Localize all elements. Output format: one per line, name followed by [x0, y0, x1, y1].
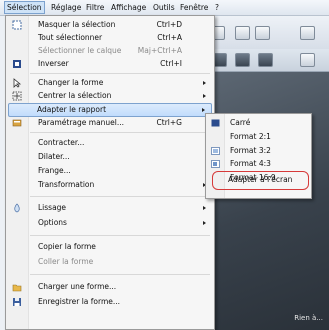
menu-item-options[interactable]: Options: [8, 217, 212, 229]
save-shape-icon: [13, 298, 21, 306]
center-selection-icon: [12, 91, 22, 101]
submenu-item-carre[interactable]: Carré: [208, 117, 308, 129]
menu-item-changer-forme[interactable]: Changer la forme: [8, 77, 212, 89]
toolbar-tool-icon[interactable]: [300, 26, 315, 40]
menu-item-contracter[interactable]: Contracter...: [8, 137, 212, 149]
menu-affichage[interactable]: Affichage: [109, 2, 148, 13]
menu-item-copier-forme[interactable]: Copier la forme: [8, 241, 212, 253]
submenu-item-format-3-2[interactable]: Format 3:2: [208, 145, 308, 157]
menu-bar: Sélection Réglage Filtre Affichage Outil…: [0, 0, 329, 16]
menu-item-adapter-rapport[interactable]: Adapter le rapport: [8, 103, 212, 117]
annotation-highlight: [212, 171, 309, 190]
toolbar-tool-icon[interactable]: [258, 53, 273, 67]
menu-item-parametrage-manuel[interactable]: Paramétrage manuel... Ctrl+G: [8, 117, 212, 129]
toolbar-tool-icon[interactable]: [300, 53, 315, 67]
menu-help[interactable]: ?: [213, 2, 221, 13]
manual-settings-icon: [12, 119, 22, 127]
menu-item-coller-forme: Coller la forme: [38, 257, 94, 266]
submenu-item-format-4-3[interactable]: Format 4:3: [208, 158, 308, 170]
toolbar-tool-icon[interactable]: [255, 26, 270, 40]
change-shape-icon: [13, 78, 22, 88]
canvas-caption: Rien à...: [294, 314, 323, 322]
menu-item-lissage[interactable]: Lissage: [8, 202, 212, 214]
submenu-arrow-icon: [203, 81, 206, 85]
menu-item-enregistrer-forme[interactable]: Enregistrer la forme...: [8, 296, 212, 308]
toolbar-tool-icon[interactable]: [235, 26, 250, 40]
submenu-arrow-icon: [203, 206, 206, 210]
ratio-4-3-icon: [211, 160, 220, 168]
menu-item-charger-forme[interactable]: Charger une forme...: [8, 281, 212, 293]
submenu-arrow-icon: [203, 221, 206, 225]
selection-menu: Masquer la sélection Ctrl+D Tout sélecti…: [5, 15, 215, 330]
submenu-arrow-icon: [203, 94, 206, 98]
menu-fenetre[interactable]: Fenêtre: [178, 2, 210, 13]
menu-item-dilater[interactable]: Dilater...: [8, 151, 212, 163]
menu-outils[interactable]: Outils: [151, 2, 177, 13]
submenu-arrow-icon: [202, 108, 205, 112]
square-ratio-icon: [211, 119, 220, 127]
load-shape-icon: [12, 284, 22, 292]
smoothing-icon: [14, 203, 20, 213]
menu-item-masquer-selection[interactable]: Masquer la sélection Ctrl+D: [8, 19, 212, 31]
menu-separator: [30, 196, 210, 197]
menu-selection[interactable]: Sélection: [4, 1, 45, 14]
menu-filtre[interactable]: Filtre: [84, 2, 106, 13]
menu-reglage[interactable]: Réglage: [49, 2, 83, 13]
menu-item-selectionner-calque: Sélectionner le calque Maj+Ctrl+A: [38, 46, 182, 55]
menu-item-centrer-selection[interactable]: Centrer la sélection: [8, 90, 212, 102]
menu-separator: [30, 132, 210, 133]
menu-item-tout-selectionner[interactable]: Tout sélectionner Ctrl+A: [8, 32, 212, 44]
submenu-item-format-2-1[interactable]: Format 2:1: [208, 131, 308, 143]
hide-selection-icon: [12, 20, 22, 30]
invert-icon: [13, 60, 21, 68]
menu-separator: [30, 274, 210, 275]
ratio-3-2-icon: [211, 147, 220, 155]
menu-separator: [30, 73, 210, 74]
menu-item-inverser[interactable]: Inverser Ctrl+I: [8, 58, 212, 70]
toolbar-tool-icon[interactable]: [235, 53, 250, 67]
menu-separator: [30, 235, 210, 236]
menu-item-transformation[interactable]: Transformation: [8, 179, 212, 191]
menu-item-frange[interactable]: Frange...: [8, 165, 212, 177]
